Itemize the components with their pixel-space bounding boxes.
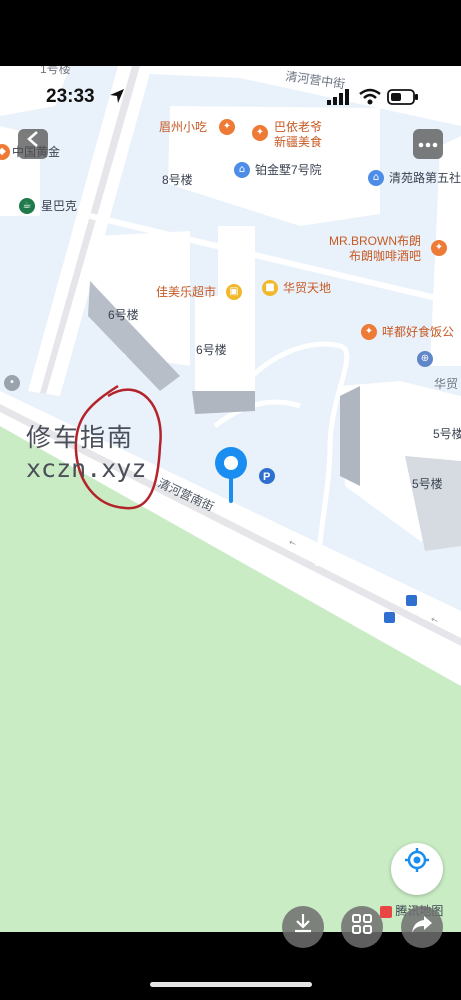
shopping-cart-icon[interactable]: ▣: [226, 284, 242, 300]
coffee-icon[interactable]: ☕: [19, 198, 35, 214]
map-canvas[interactable]: ← ← 清河营中街 清河营南街 P: [0, 66, 461, 932]
building-label: 1号楼: [40, 66, 71, 76]
back-button[interactable]: [18, 129, 48, 159]
signal-icon: [327, 89, 351, 110]
bus-stop-icon: [406, 595, 417, 606]
poi-starbucks[interactable]: 星巴克: [41, 199, 77, 213]
locate-icon: [404, 843, 430, 895]
poi-mrbrown-1[interactable]: MR.BROWN布朗: [329, 234, 421, 248]
watermark-url: xczn.xyz: [26, 454, 147, 483]
poi-xiandu[interactable]: 咩都好食饭公: [382, 325, 454, 339]
wifi-icon: [359, 88, 381, 111]
more-dots-icon: [418, 135, 438, 152]
restaurant-icon[interactable]: ✦: [431, 240, 447, 256]
download-button[interactable]: [282, 906, 324, 948]
poi-meizhou[interactable]: 眉州小吃: [159, 120, 207, 134]
restaurant-icon[interactable]: ✦: [252, 125, 268, 141]
grid-button[interactable]: [341, 906, 383, 948]
restaurant-icon[interactable]: ✦: [219, 119, 235, 135]
more-button[interactable]: [413, 129, 443, 159]
share-icon: [411, 907, 433, 949]
traffic-light-icon: •: [4, 375, 20, 391]
map-view[interactable]: ← ← 清河营中街 清河营南街 P 1号楼 8号楼 6号楼 6号楼 5号楼 5号…: [0, 66, 461, 932]
transit-icon[interactable]: ⊕: [417, 351, 433, 367]
bus-stop-icon: [384, 612, 395, 623]
building-label: 8号楼: [162, 173, 193, 187]
parking-icon: P: [263, 471, 270, 483]
battery-icon: [387, 89, 419, 110]
back-chevron-icon: [26, 131, 40, 152]
building-label: 5号楼: [412, 477, 443, 491]
share-button[interactable]: [401, 906, 443, 948]
grid-icon: [352, 907, 372, 949]
phone-frame: ← ← 清河营中街 清河营南街 P 1号楼 8号楼 6号楼 6号楼 5号楼 5号…: [0, 0, 461, 1000]
poi-jinshu[interactable]: 铂金墅7号院: [255, 163, 322, 177]
building-label: 5号楼: [433, 427, 461, 441]
poi-jiamei[interactable]: 佳美乐超市: [156, 285, 216, 299]
watermark-title: 修车指南: [26, 423, 135, 452]
restaurant-icon[interactable]: ✦: [361, 324, 377, 340]
poi-qingyuan[interactable]: 清苑路第五社: [389, 171, 461, 185]
download-icon: [292, 907, 314, 949]
home-indicator: [150, 982, 312, 987]
location-arrow-icon: [109, 88, 125, 109]
poi-bayi-1[interactable]: 巴依老爷: [274, 120, 322, 134]
mall-icon[interactable]: ■: [262, 280, 278, 296]
brand-logo-icon: [380, 905, 392, 918]
status-time: 23:33: [46, 86, 95, 107]
building-label: 6号楼: [196, 343, 227, 357]
locate-button[interactable]: [391, 843, 443, 895]
poi-bayi-2[interactable]: 新疆美食: [274, 135, 322, 149]
building-label: 6号楼: [108, 308, 139, 322]
poi-huamao-partial[interactable]: 华贸: [434, 377, 458, 391]
residence-icon[interactable]: ⌂: [234, 162, 250, 178]
watermark: 修车指南 xczn.xyz: [26, 418, 146, 483]
residence-icon[interactable]: ⌂: [368, 170, 384, 186]
poi-huamao[interactable]: 华贸天地: [283, 281, 331, 295]
poi-mrbrown-2[interactable]: 布朗咖啡酒吧: [349, 249, 421, 263]
